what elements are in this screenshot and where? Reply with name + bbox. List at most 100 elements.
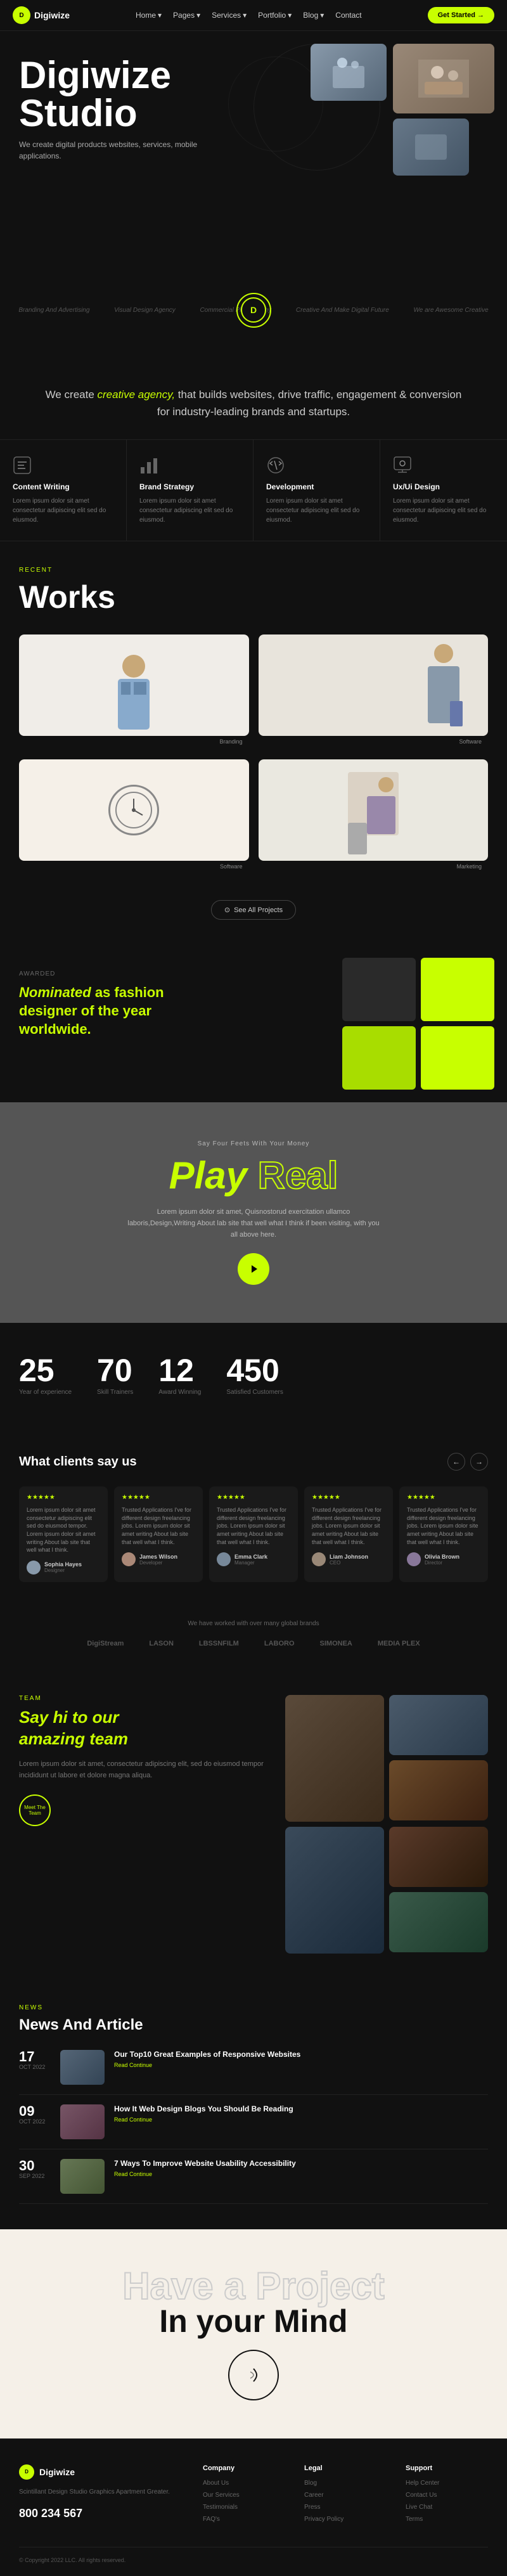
- news-thumb-0: [60, 2050, 105, 2085]
- testimonial-1-stars: ★★★★★: [122, 1494, 195, 1501]
- work-item-3[interactable]: Marketing Marketing: [259, 759, 489, 875]
- service-1-desc: Lorem ipsum dolor sit amet consectetur a…: [139, 496, 240, 525]
- works-grid: Uniques Branding Competitors Software: [19, 634, 488, 875]
- nominated-highlight: Nominated: [19, 984, 91, 1000]
- news-thumb-placeholder-0: [60, 2050, 105, 2085]
- rotate-label-1: Visual Design Agency: [114, 307, 176, 314]
- stat-0-label: Year of experience: [19, 1389, 72, 1396]
- work-item-1[interactable]: Competitors Software: [259, 634, 489, 750]
- footer-link-0-0[interactable]: About Us: [203, 2480, 285, 2487]
- footer-link-1-3[interactable]: Privacy Policy: [304, 2516, 387, 2523]
- play-title: Play Real: [169, 1154, 338, 1197]
- brand-0: DigiStream: [80, 1637, 130, 1651]
- center-badge-ring: D: [236, 293, 271, 328]
- news-date-0: 17 Oct 2022: [19, 2050, 51, 2070]
- nav-cta-button[interactable]: Get Started →: [428, 7, 494, 23]
- footer-link-0-1[interactable]: Our Services: [203, 2492, 285, 2499]
- nom-box-4: [421, 1026, 494, 1090]
- footer-col-0-title: Company: [203, 2464, 285, 2472]
- news-month-2: Sep 2022: [19, 2173, 51, 2179]
- news-item-1[interactable]: 09 Oct 2022 How It Web Design Blogs You …: [19, 2104, 488, 2149]
- testimonial-4-info: Olivia Brown Director: [425, 1554, 459, 1566]
- stat-2-label: Award Winning: [158, 1389, 201, 1396]
- work-label-0: Uniques: [25, 749, 249, 750]
- testimonial-4-role: Director: [425, 1560, 459, 1566]
- footer-link-2-2[interactable]: Live Chat: [406, 2504, 488, 2511]
- stat-2: 12 Award Winning: [158, 1355, 201, 1396]
- stat-3: 450 Satisfied Customers: [226, 1355, 283, 1396]
- stat-1-number: 70: [97, 1355, 133, 1386]
- team-section: Team Say hi to our amazing team Lorem ip…: [0, 1670, 507, 1979]
- team-description: Lorem ipsum dolor sit amet, consectetur …: [19, 1759, 266, 1781]
- news-title: News And Article: [19, 2016, 488, 2034]
- testimonial-2: ★★★★★ Trusted Applications I've for diff…: [209, 1486, 298, 1582]
- work-label-2: Freelancers: [25, 873, 249, 875]
- nav-pages[interactable]: Pages ▾: [173, 11, 200, 20]
- nav-services[interactable]: Services ▾: [212, 11, 247, 20]
- testimonials-next-button[interactable]: →: [470, 1453, 488, 1471]
- nav-blog[interactable]: Blog ▾: [303, 11, 324, 20]
- news-thumb-placeholder-1: [60, 2104, 105, 2139]
- work-item-0[interactable]: Uniques Branding: [19, 634, 249, 750]
- tagline-highlight: creative agency,: [98, 389, 176, 401]
- play-word: Play: [169, 1154, 247, 1197]
- footer-link-1-0[interactable]: Blog: [304, 2480, 387, 2487]
- play-small-label: Say Four Feets With Your Money: [198, 1140, 310, 1147]
- testimonial-1-info: James Wilson Developer: [139, 1554, 177, 1566]
- stat-2-number: 12: [158, 1355, 201, 1386]
- testimonial-0-info: Sophia Hayes Designer: [44, 1561, 82, 1573]
- work-image-2: [19, 759, 249, 861]
- hero-title: Digiwize Studio: [19, 56, 488, 132]
- service-3-title: Ux/Ui Design: [393, 482, 494, 491]
- cta-circle-button[interactable]: [228, 2350, 279, 2400]
- footer-link-2-3[interactable]: Terms: [406, 2516, 488, 2523]
- team-photos-col: [389, 1695, 488, 1822]
- tagline-text: We create creative agency, that builds w…: [38, 386, 469, 420]
- team-photo-placeholder-3: [285, 1827, 384, 1954]
- news-category-2[interactable]: Read Continue: [114, 2171, 488, 2177]
- work-item-2[interactable]: Freelancers Software: [19, 759, 249, 875]
- nav-home[interactable]: Home ▾: [136, 11, 162, 20]
- testimonial-1-name: James Wilson: [139, 1554, 177, 1560]
- brand-3: LABORO: [258, 1637, 301, 1651]
- footer-link-0-3[interactable]: FAQ's: [203, 2516, 285, 2523]
- news-item-2[interactable]: 30 Sep 2022 7 Ways To Improve Website Us…: [19, 2159, 488, 2204]
- nominated-section: Awarded Nominated as fashion designer of…: [0, 945, 507, 1102]
- news-thumb-2: [60, 2159, 105, 2194]
- testimonial-3: ★★★★★ Trusted Applications I've for diff…: [304, 1486, 393, 1582]
- testimonials-prev-button[interactable]: ←: [447, 1453, 465, 1471]
- nav-portfolio[interactable]: Portfolio ▾: [258, 11, 292, 20]
- rotating-ring-section: Branding And Advertising Visual Design A…: [0, 253, 507, 367]
- brands-label: We have worked with over many global bra…: [19, 1620, 488, 1627]
- footer-link-2-0[interactable]: Help Center: [406, 2480, 488, 2487]
- footer-link-0-2[interactable]: Testimonials: [203, 2504, 285, 2511]
- team-badge[interactable]: Meet The Team: [19, 1794, 51, 1826]
- logo-text: Digiwize: [34, 10, 70, 20]
- team-photo-5: [389, 1892, 488, 1952]
- footer-logo: D Digiwize: [19, 2464, 184, 2480]
- testimonial-3-info: Liam Johnson CEO: [330, 1554, 368, 1566]
- team-photos-col2: [389, 1827, 488, 1954]
- nominated-label: Awarded: [19, 970, 311, 977]
- footer-link-1-2[interactable]: Press: [304, 2504, 387, 2511]
- footer-link-1-1[interactable]: Career: [304, 2492, 387, 2499]
- footer-link-2-1[interactable]: Contact Us: [406, 2492, 488, 2499]
- testimonial-0: ★★★★★ Lorem ipsum dolor sit amet consect…: [19, 1486, 108, 1582]
- footer-col-0-links: About Us Our Services Testimonials FAQ's: [203, 2480, 285, 2523]
- news-category-1[interactable]: Read Continue: [114, 2116, 488, 2123]
- stat-3-label: Satisfied Customers: [226, 1389, 283, 1396]
- play-button[interactable]: [238, 1253, 269, 1285]
- stat-0-number: 25: [19, 1355, 72, 1386]
- work-category-2: Software: [220, 863, 243, 870]
- rotate-label-4: We are Awesome Creative: [413, 307, 488, 314]
- see-all-button[interactable]: ⊙ See All Projects: [211, 900, 296, 920]
- news-category-0[interactable]: Read Continue: [114, 2062, 488, 2068]
- nav-contact[interactable]: Contact: [335, 11, 361, 20]
- rotate-label-3: Creative And Make Digital Future: [296, 307, 389, 314]
- nav-logo[interactable]: D Digiwize: [13, 6, 70, 24]
- testimonial-0-avatar: [27, 1561, 41, 1575]
- testimonial-4-text: Trusted Applications I've for different …: [407, 1506, 480, 1546]
- work-category-0: Branding: [219, 738, 242, 745]
- cta-line2: In your Mind: [159, 2305, 347, 2337]
- news-item-0[interactable]: 17 Oct 2022 Our Top10 Great Examples of …: [19, 2050, 488, 2095]
